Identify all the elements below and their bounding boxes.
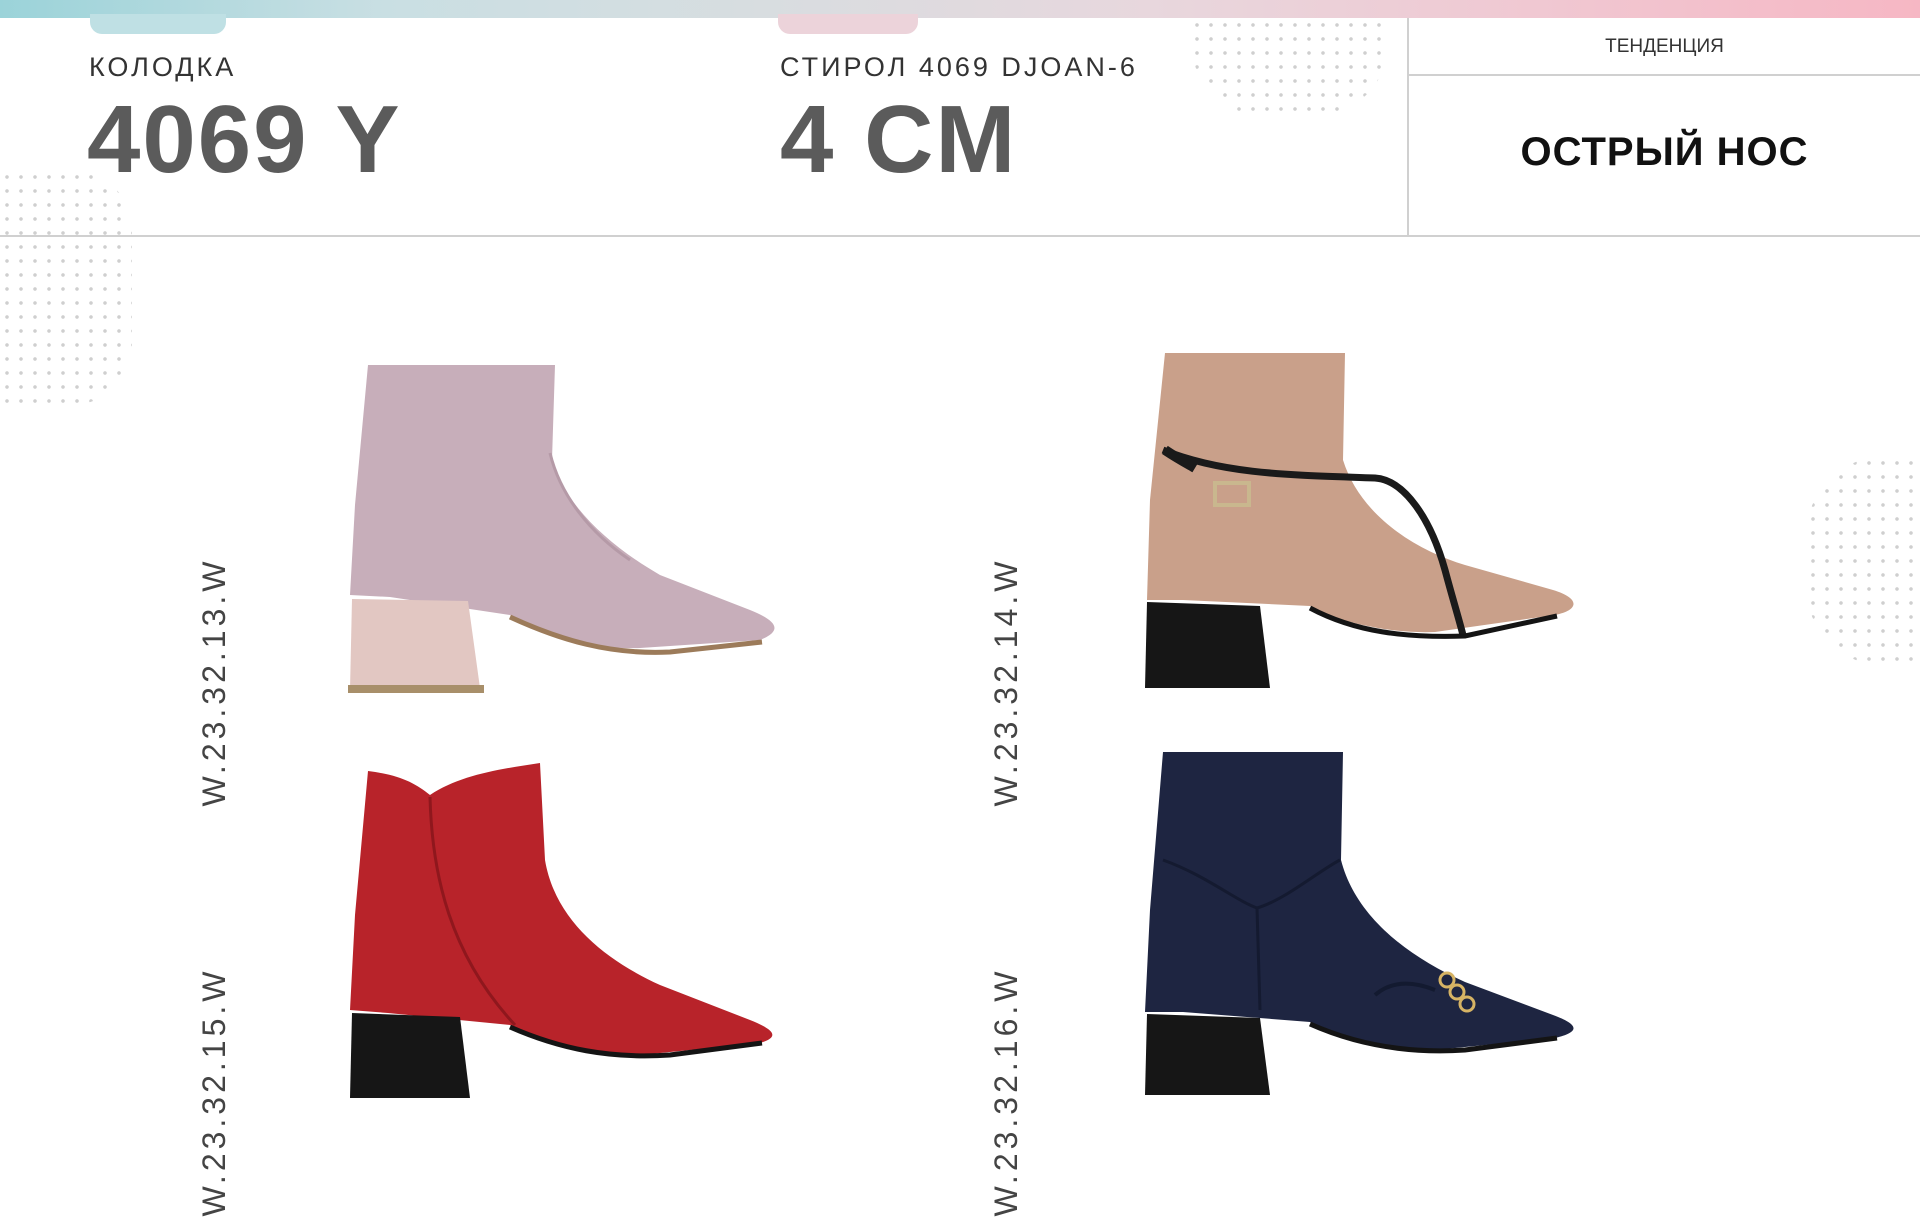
product-sku: W.23.32.16.W (988, 967, 1024, 1217)
boot-heel (350, 1013, 470, 1098)
boot-heel (1145, 1014, 1270, 1095)
heel-value: 4 CM (780, 86, 1018, 193)
boot-heel (1145, 602, 1270, 688)
boot-upper (350, 763, 773, 1056)
trend-value: ОСТРЫЙ НОС (1520, 130, 1809, 174)
last-label: КОЛОДКА (89, 52, 237, 82)
boot-heel (350, 599, 480, 690)
boot-upper (1145, 752, 1574, 1051)
product-image-navy-boot[interactable] (1135, 750, 1605, 1100)
product-sku: W.23.32.13.W (196, 557, 232, 807)
trend-divider (1409, 74, 1920, 76)
trend-title: ТЕНДЕНЦИЯ (1605, 36, 1724, 57)
header-divider (0, 235, 1920, 237)
last-value: 4069 Y (87, 86, 402, 193)
heel-tip (348, 685, 484, 693)
product-sku: W.23.32.14.W (988, 557, 1024, 807)
dot-pattern-decoration (1806, 456, 1920, 666)
product-image-beige-boot[interactable] (1135, 350, 1605, 695)
product-image-red-boot[interactable] (340, 755, 810, 1105)
boot-upper (1147, 353, 1574, 633)
heel-label: СТИРОЛ 4069 DJOAN-6 (780, 52, 1138, 82)
product-image-lilac-boot[interactable] (340, 355, 810, 700)
top-gradient-bar (0, 0, 1920, 18)
product-sku: W.23.32.15.W (196, 967, 232, 1217)
